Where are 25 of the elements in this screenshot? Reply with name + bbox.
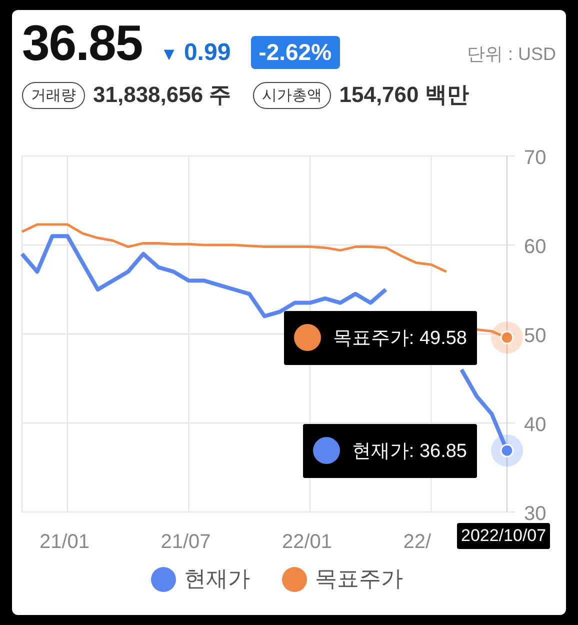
y-axis-label: 60	[524, 236, 546, 258]
y-axis-label: 70	[524, 147, 546, 169]
unit-label: 단위 : USD	[466, 43, 556, 66]
tooltip-text: 목표주가: 49.58	[332, 326, 467, 351]
date-tooltip: 2022/10/07	[457, 523, 550, 549]
highlight-point	[491, 434, 523, 467]
y-axis-label: 50	[524, 325, 546, 347]
stat-label: 거래량	[22, 82, 85, 108]
legend-label: 현재가	[184, 565, 250, 593]
x-axis-label: 21/01	[39, 531, 90, 553]
stat-value: 31,838,656 주	[93, 81, 232, 109]
y-axis-label: 30	[524, 503, 546, 525]
stat-label: 시가총액	[253, 82, 332, 108]
x-axis-label: 22/01	[282, 531, 332, 553]
x-axis-label: 21/07	[160, 531, 211, 553]
stock-price: 36.85	[22, 14, 142, 72]
y-axis-label: 40	[524, 414, 546, 436]
legend-label: 목표주가	[315, 565, 403, 593]
stat-value: 154,760 백만	[339, 81, 469, 109]
percent-change-badge: -2.62%	[250, 36, 340, 69]
down-arrow-icon: ▼	[160, 44, 178, 65]
highlight-point	[491, 322, 523, 354]
tooltip-text: 현재가: 36.85	[352, 440, 467, 464]
price-change: 0.99	[184, 39, 231, 67]
x-axis-label: 22/	[403, 531, 432, 553]
